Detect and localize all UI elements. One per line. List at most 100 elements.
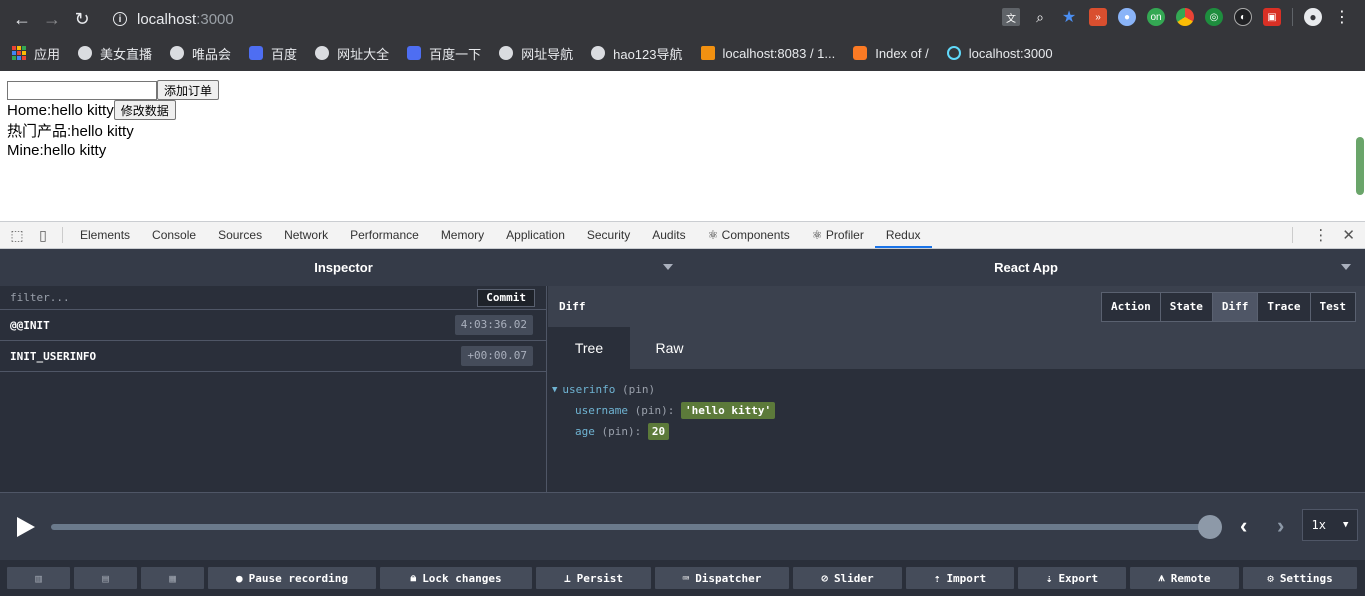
layout-bottom-icon[interactable]: ▤ [74,567,137,589]
tab-network[interactable]: Network [273,222,339,248]
bookmark-item[interactable]: 网址导航 [499,44,573,63]
extension-5-icon[interactable]: ◎ [1205,8,1223,26]
tree-root-row[interactable]: ▼ userinfo (pin) [552,379,1365,400]
bookmark-item[interactable]: 百度 [249,44,297,63]
import-button[interactable]: ⇡ Import [906,567,1014,589]
settings-button[interactable]: ⚙ Settings [1243,567,1357,589]
tab-security[interactable]: Security [576,222,641,248]
bookmark-item[interactable]: Index of / [853,46,929,61]
persist-button[interactable]: ⊥ Persist [536,567,651,589]
previous-icon[interactable]: ‹ [1240,513,1247,539]
button-label: Persist [576,571,623,585]
instance-selector[interactable]: React App [687,249,1365,286]
next-icon[interactable]: › [1277,513,1284,539]
diff-tree: ▼ userinfo (pin) username (pin): 'hello … [548,369,1365,442]
export-button[interactable]: ⇣ Export [1018,567,1126,589]
forward-arrow-icon[interactable]: → [37,4,67,34]
bookmark-label: 网址大全 [337,46,390,62]
tab-sources[interactable]: Sources [207,222,273,248]
extension-6-icon[interactable]: ◐ [1234,8,1252,26]
action-time[interactable]: 4:03:36.02 [454,315,533,335]
action-item[interactable]: @@INIT 4:03:36.02 [0,310,546,341]
instance-title: React App [994,260,1058,275]
inspector-selector[interactable]: Inspector [0,249,687,286]
info-icon[interactable]: i [113,12,127,26]
button-label: Pause recording [248,571,348,585]
extension-7-icon[interactable]: ▣ [1263,8,1281,26]
inspect-element-icon[interactable]: ⬚ [4,222,30,248]
bookmark-label: 唯品会 [192,46,232,62]
tab-memory[interactable]: Memory [430,222,495,248]
filter-input[interactable]: filter... Commit [0,286,546,310]
globe-icon [78,46,93,60]
globe-icon [499,46,514,60]
layout-left-icon[interactable]: ▥ [7,567,70,589]
extension-1-icon[interactable]: » [1089,8,1107,26]
tab-action[interactable]: Action [1102,293,1161,321]
remote-button[interactable]: ⩚ Remote [1130,567,1239,589]
tab-trace[interactable]: Trace [1258,293,1311,321]
tab-tree[interactable]: Tree [548,327,630,369]
reload-icon[interactable]: ↻ [67,4,97,34]
order-input[interactable] [7,80,157,100]
pause-recording-button[interactable]: ● Pause recording [208,567,376,589]
lock-changes-button[interactable]: 🔒︎ Lock changes [380,567,532,589]
tab-test[interactable]: Test [1310,293,1355,321]
close-icon[interactable]: ✕ [1342,226,1355,244]
device-toolbar-icon[interactable]: ▯ [30,222,56,248]
dispatcher-button[interactable]: ⌨ Dispatcher [655,567,789,589]
back-arrow-icon[interactable]: ← [7,4,37,34]
zoom-icon[interactable]: ⌕ [1031,8,1049,26]
tab-application[interactable]: Application [495,222,576,248]
tab-console[interactable]: Console [141,222,207,248]
slider-track[interactable] [51,524,1211,530]
translate-icon[interactable]: 文 [1002,8,1020,26]
speed-select[interactable]: 1x ▼ [1302,509,1358,541]
bookmark-item[interactable]: 唯品会 [170,44,231,63]
bookmark-star-icon[interactable]: ★ [1060,8,1078,26]
action-item[interactable]: INIT_USERINFO +00:00.07 [0,341,546,372]
devtools-controls: ⋮ ✕ [1286,222,1365,248]
commit-button[interactable]: Commit [477,289,535,307]
bookmark-apps[interactable]: 应用 [12,44,60,63]
layout-right-icon[interactable]: ▦ [141,567,204,589]
bottom-toolbar: ▥ ▤ ▦ ● Pause recording 🔒︎ Lock changes ⊥ P… [0,560,1365,596]
toolbar-separator [1292,8,1293,26]
bookmark-item[interactable]: localhost:3000 [946,46,1053,61]
view-tabs: Tree Raw [548,327,1365,369]
tab-components[interactable]: ⚛ Components [697,222,801,248]
slider-handle[interactable] [1198,515,1222,539]
tab-diff[interactable]: Diff [1212,293,1259,321]
modify-data-button[interactable]: 修改数据 [113,100,176,120]
play-icon[interactable] [17,517,35,537]
page-scrollbar[interactable] [1356,137,1364,195]
tab-redux[interactable]: Redux [874,222,932,248]
tab-elements[interactable]: Elements [69,222,141,248]
slider-button[interactable]: ⊘ Slider [793,567,902,589]
action-time[interactable]: +00:00.07 [461,346,533,366]
address-bar[interactable]: i localhost:3000 [113,11,234,28]
bookmark-item[interactable]: 百度一下 [407,44,481,63]
devtools-menu-icon[interactable]: ⋮ [1313,226,1328,244]
bookmark-item[interactable]: hao123导航 [591,44,683,63]
redux-devtools: Inspector React App filter... Commit @@I… [0,249,1365,596]
tab-state[interactable]: State [1160,293,1213,321]
expand-arrow-icon[interactable]: ▼ [552,385,557,395]
extension-2-icon[interactable]: ● [1118,8,1136,26]
add-order-button[interactable]: 添加订单 [157,80,220,100]
bookmark-item[interactable]: 美女直播 [78,44,152,63]
profile-avatar-icon[interactable]: ● [1304,8,1322,26]
bookmark-label: localhost:8083 / 1... [722,45,836,61]
tab-raw[interactable]: Raw [630,327,709,369]
button-label: Slider [833,571,874,585]
hot-products-text: 热门产品:hello kitty [7,122,134,140]
extension-3-icon[interactable]: on [1147,8,1165,26]
chrome-extension-icon[interactable] [1176,8,1194,26]
tab-audits[interactable]: Audits [641,222,696,248]
tab-profiler[interactable]: ⚛ Profiler [801,222,875,248]
bookmark-item[interactable]: 网址大全 [315,44,389,63]
tab-performance[interactable]: Performance [339,222,430,248]
lock-icon: 🔒︎ [410,571,417,584]
menu-kebab-icon[interactable]: ⋮ [1333,8,1351,26]
bookmark-item[interactable]: localhost:8083 / 1... [700,45,836,61]
